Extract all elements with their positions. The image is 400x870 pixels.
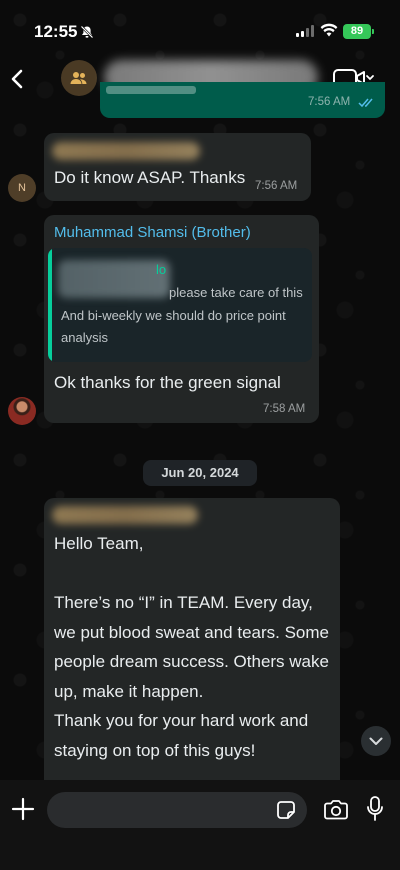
message-text: Do it know ASAP. Thanks bbox=[54, 168, 246, 187]
battery-tip bbox=[372, 29, 374, 34]
quote-accent-bar bbox=[48, 248, 52, 362]
message-time: 7:58 AM bbox=[263, 403, 306, 415]
cellular-signal-icon bbox=[296, 25, 314, 37]
message-line: people dream success. Others wake bbox=[54, 652, 329, 671]
back-button[interactable] bbox=[6, 62, 30, 96]
status-bar: 12:55 89 bbox=[0, 0, 400, 54]
message-input[interactable] bbox=[47, 792, 307, 828]
outgoing-message-bubble[interactable]: 7:56 AM bbox=[100, 82, 385, 118]
message-text: Ok thanks for the green signal bbox=[54, 373, 281, 392]
battery-indicator: 89 bbox=[343, 24, 371, 39]
quote-line: And bi-weekly we should do price point bbox=[61, 307, 286, 323]
sender-name: Muhammad Shamsi (Brother) bbox=[54, 224, 251, 241]
quoted-message[interactable]: lo please take care of this And bi-weekl… bbox=[48, 248, 312, 362]
incoming-message-bubble[interactable]: Hello Team, There’s no “I” in TEAM. Ever… bbox=[44, 498, 340, 788]
group-icon bbox=[70, 72, 87, 84]
message-composer bbox=[0, 780, 400, 870]
incoming-message-bubble[interactable]: Do it know ASAP. Thanks 7:56 AM bbox=[44, 133, 311, 201]
quote-line: please take care of this bbox=[169, 285, 303, 300]
sender-avatar[interactable]: N bbox=[8, 174, 36, 202]
chevron-down-icon bbox=[369, 737, 383, 745]
quote-author-fragment: lo bbox=[156, 262, 167, 277]
microphone-button[interactable] bbox=[366, 795, 384, 823]
message-line bbox=[54, 559, 329, 589]
message-text-fragment bbox=[106, 86, 196, 94]
date-separator: Jun 20, 2024 bbox=[143, 460, 257, 486]
read-receipt-icon bbox=[358, 98, 373, 108]
status-time: 12:55 bbox=[34, 22, 78, 41]
message-line: we put blood sweat and tears. Some bbox=[54, 622, 329, 642]
quote-line: analysis bbox=[61, 330, 108, 345]
avatar-initial: N bbox=[18, 182, 26, 194]
group-avatar[interactable] bbox=[61, 60, 97, 96]
message-line: up, make it happen. bbox=[54, 681, 204, 701]
sender-name-redacted bbox=[52, 142, 200, 160]
wifi-icon bbox=[320, 23, 338, 37]
sender-name-redacted bbox=[52, 506, 198, 524]
quote-text: please take care of this And bi-weekly w… bbox=[61, 282, 312, 350]
sticker-button[interactable] bbox=[275, 799, 297, 821]
message-line: Hello Team, bbox=[54, 534, 144, 553]
silent-bell-icon bbox=[80, 25, 94, 39]
message-time: 7:56 AM bbox=[255, 180, 298, 192]
message-body: Hello Team, There’s no “I” in TEAM. Ever… bbox=[54, 529, 329, 765]
scroll-to-bottom-button[interactable] bbox=[361, 726, 391, 756]
message-line: There’s no “I” in TEAM. Every day, bbox=[54, 593, 313, 612]
message-line: staying on top of this guys! bbox=[54, 740, 256, 760]
message-line: Thank you for your hard work and bbox=[54, 711, 309, 730]
message-time: 7:56 AM bbox=[308, 96, 351, 108]
sender-avatar-photo[interactable] bbox=[8, 397, 36, 425]
camera-button[interactable] bbox=[323, 798, 349, 822]
attach-plus-button[interactable] bbox=[10, 796, 36, 822]
